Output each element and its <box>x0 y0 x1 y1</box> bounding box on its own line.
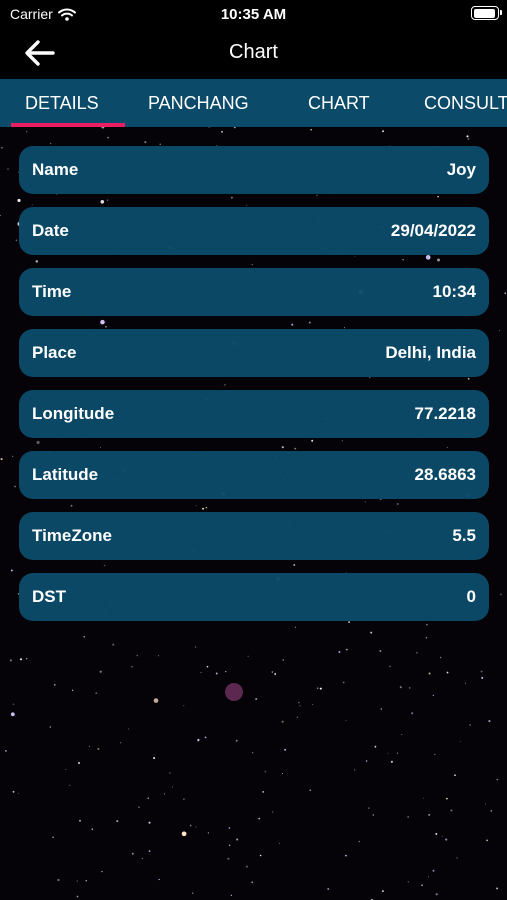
detail-value: 10:34 <box>432 282 476 301</box>
tab-details[interactable]: DETAILS <box>11 79 125 127</box>
tab-label: CONSULT <box>424 93 507 113</box>
detail-row-dst: DST 0 <box>19 573 489 621</box>
battery-icon <box>471 6 502 20</box>
tab-bar: DETAILS PANCHANG CHART CONSULT <box>0 79 507 127</box>
detail-value: Joy <box>446 160 476 179</box>
detail-row-latitude: Latitude 28.6863 <box>19 451 489 499</box>
detail-row-name: Name Joy <box>19 146 489 194</box>
details-list: Name Joy Date 29/04/2022 Time 10:34 Plac… <box>19 146 489 634</box>
detail-value: Delhi, India <box>385 343 476 362</box>
status-bar: Carrier 10:35 AM <box>0 0 507 30</box>
detail-label: Place <box>32 343 77 362</box>
detail-value: 29/04/2022 <box>390 221 476 240</box>
tab-label: DETAILS <box>25 93 99 113</box>
detail-row-date: Date 29/04/2022 <box>19 207 489 255</box>
detail-label: TimeZone <box>32 526 112 545</box>
detail-label: Time <box>32 282 72 301</box>
tab-label: PANCHANG <box>148 93 249 113</box>
detail-row-place: Place Delhi, India <box>19 329 489 377</box>
page-title: Chart <box>229 41 278 63</box>
detail-value: 5.5 <box>452 526 476 545</box>
detail-label: Name <box>32 160 79 179</box>
status-time: 10:35 AM <box>220 6 287 23</box>
detail-label: Date <box>32 221 69 240</box>
detail-label: DST <box>32 587 66 606</box>
active-tab-indicator <box>11 123 125 127</box>
detail-value: 77.2218 <box>414 404 476 423</box>
navigation-bar: Chart <box>0 30 507 78</box>
detail-value: 28.6863 <box>414 465 476 484</box>
detail-row-timezone: TimeZone 5.5 <box>19 512 489 560</box>
detail-row-longitude: Longitude 77.2218 <box>19 390 489 438</box>
detail-row-time: Time 10:34 <box>19 268 489 316</box>
tab-chart[interactable]: CHART <box>308 79 370 127</box>
detail-value: 0 <box>466 587 476 606</box>
detail-label: Latitude <box>32 465 99 484</box>
tab-consult[interactable]: CONSULT <box>424 79 507 127</box>
detail-label: Longitude <box>32 404 115 423</box>
tab-label: CHART <box>308 93 370 113</box>
tab-panchang[interactable]: PANCHANG <box>148 79 249 127</box>
